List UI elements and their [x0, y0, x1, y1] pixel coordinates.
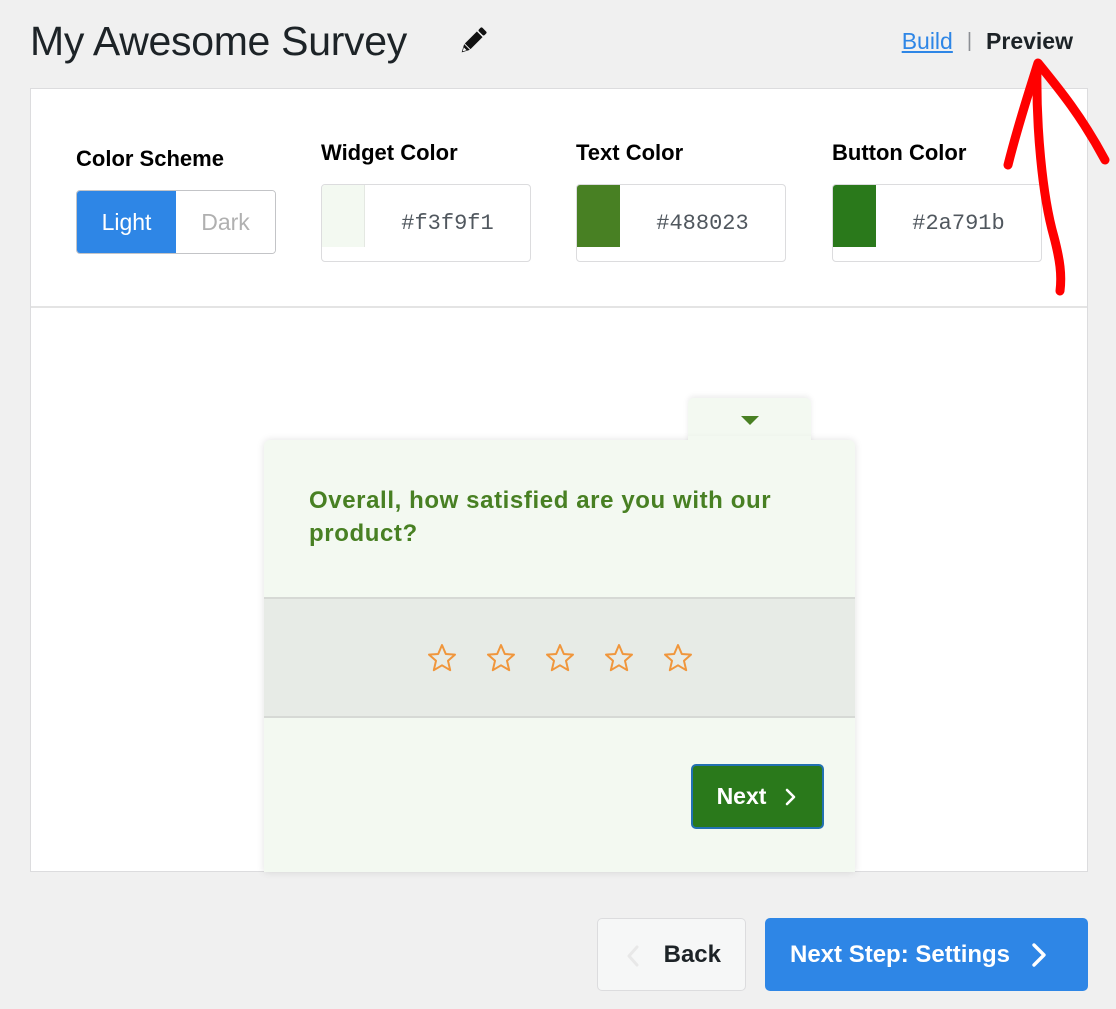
star-outline-icon[interactable]	[604, 643, 634, 673]
star-outline-icon[interactable]	[427, 643, 457, 673]
button-color-value[interactable]: #2a791b	[876, 185, 1041, 236]
star-outline-icon[interactable]	[545, 643, 575, 673]
color-scheme-toggle: Light Dark	[76, 190, 276, 254]
pencil-icon[interactable]	[456, 24, 490, 58]
survey-question: Overall, how satisfied are you with our …	[309, 487, 772, 547]
next-step-label: Next Step: Settings	[790, 940, 1011, 968]
text-color-swatch[interactable]	[577, 185, 620, 247]
page-title: My Awesome Survey	[30, 18, 407, 64]
scheme-light-button[interactable]: Light	[77, 191, 176, 253]
text-color-label: Text Color	[576, 140, 684, 165]
scheme-dark-button[interactable]: Dark	[176, 191, 275, 253]
star-rating	[264, 597, 855, 718]
widget-next-button[interactable]: Next	[691, 764, 824, 829]
widget-color-swatch[interactable]	[322, 185, 365, 247]
style-settings: Color Scheme Light Dark Widget Color #f3…	[31, 89, 1087, 308]
button-color-label: Button Color	[832, 140, 967, 165]
button-color-picker[interactable]: #2a791b	[832, 184, 1042, 262]
next-step-settings-button[interactable]: Next Step: Settings	[765, 918, 1088, 991]
chevron-right-icon	[1032, 942, 1046, 967]
star-outline-icon[interactable]	[663, 643, 693, 673]
design-panel: Color Scheme Light Dark Widget Color #f3…	[30, 88, 1088, 872]
preview-link[interactable]: Preview	[986, 28, 1073, 55]
view-separator: |	[966, 30, 973, 52]
widget-color-field: Widget Color #f3f9f1	[321, 140, 531, 262]
button-color-swatch[interactable]	[833, 185, 876, 247]
widget-color-label: Widget Color	[321, 140, 458, 165]
widget-next-label: Next	[716, 783, 767, 809]
text-color-value[interactable]: #488023	[620, 185, 785, 236]
back-label: Back	[663, 940, 721, 968]
text-color-field: Text Color #488023	[576, 140, 786, 262]
survey-widget: Overall, how satisfied are you with our …	[264, 436, 855, 872]
back-button[interactable]: Back	[597, 918, 746, 991]
chevron-right-icon	[786, 788, 796, 805]
star-outline-icon[interactable]	[486, 643, 516, 673]
view-switch: Build | Preview	[902, 28, 1073, 55]
widget-color-picker[interactable]: #f3f9f1	[321, 184, 531, 262]
survey-preview-area: Overall, how satisfied are you with our …	[31, 310, 1087, 872]
widget-color-value[interactable]: #f3f9f1	[365, 185, 530, 236]
caret-down-icon	[740, 416, 759, 425]
button-color-field: Button Color #2a791b	[832, 140, 1042, 262]
text-color-picker[interactable]: #488023	[576, 184, 786, 262]
build-link[interactable]: Build	[902, 28, 953, 55]
chevron-left-icon	[627, 945, 639, 967]
color-scheme-field: Color Scheme Light Dark	[76, 146, 276, 254]
color-scheme-label: Color Scheme	[76, 146, 224, 171]
